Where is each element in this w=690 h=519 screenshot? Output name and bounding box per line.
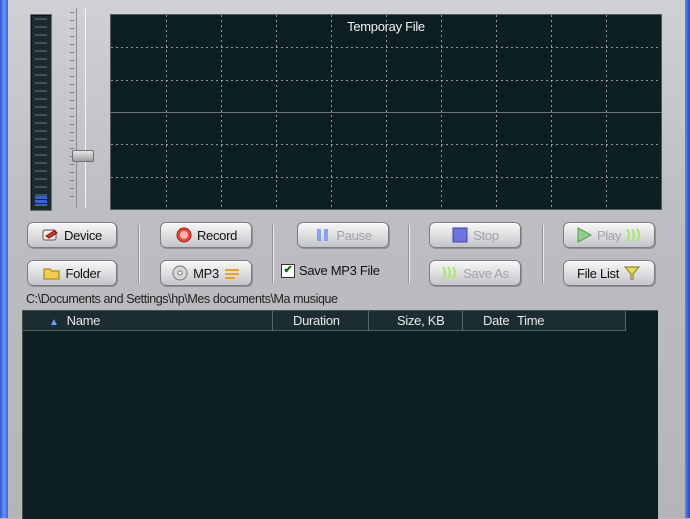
checkbox-check-icon[interactable]: ✔ xyxy=(281,263,295,278)
column-header-duration[interactable]: Duration xyxy=(273,311,369,330)
folder-button[interactable]: Folder xyxy=(27,260,117,286)
file-list-label: File List xyxy=(576,265,620,281)
save-as-button[interactable]: Save As xyxy=(429,260,521,286)
file-list-table[interactable]: ▲ Name Duration Size, KB Date Time xyxy=(22,310,658,519)
table-header: ▲ Name Duration Size, KB Date Time xyxy=(23,311,626,331)
column-header-date[interactable]: Date xyxy=(463,311,517,330)
waves-icon xyxy=(625,227,643,243)
column-header-time[interactable]: Time xyxy=(517,311,626,330)
window-border-right xyxy=(685,0,690,518)
device-label: Device xyxy=(64,227,102,243)
funnel-icon xyxy=(623,265,641,281)
file-list-button[interactable]: File List xyxy=(563,260,655,286)
folder-label: Folder xyxy=(65,265,101,281)
pause-label: Pause xyxy=(336,227,372,243)
device-button[interactable]: Device xyxy=(27,222,117,248)
waveform-display: Temporay File xyxy=(110,14,662,210)
record-button[interactable]: Record xyxy=(160,222,252,248)
level-meter-fill xyxy=(35,196,47,206)
sort-ascending-icon: ▲ xyxy=(49,317,59,328)
cd-icon xyxy=(171,265,189,281)
separator xyxy=(138,225,140,283)
waveform-title: Temporay File xyxy=(347,19,425,34)
mp3-button[interactable]: MP3 xyxy=(160,260,252,286)
stop-label: Stop xyxy=(473,227,499,243)
record-icon xyxy=(175,227,193,243)
save-as-label: Save As xyxy=(463,265,509,281)
stop-button[interactable]: Stop xyxy=(429,222,521,248)
window-border-left xyxy=(0,0,8,518)
separator xyxy=(408,225,410,283)
folder-icon xyxy=(43,265,61,281)
volume-slider-thumb[interactable] xyxy=(72,150,94,162)
volume-slider-scale xyxy=(70,12,74,202)
separator xyxy=(542,225,544,283)
save-mp3-label: Save MP3 File xyxy=(299,263,380,278)
level-meter xyxy=(30,14,52,211)
stop-icon xyxy=(451,227,469,243)
waveform-grid xyxy=(111,15,661,209)
output-folder-path: C:\Documents and Settings\hp\Mes documen… xyxy=(26,292,338,306)
separator xyxy=(272,225,274,283)
play-label: Play xyxy=(596,227,622,243)
pause-icon xyxy=(314,227,332,243)
play-icon xyxy=(575,227,593,243)
device-icon xyxy=(42,227,60,243)
volume-slider-track[interactable] xyxy=(76,8,86,208)
level-meter-scale xyxy=(35,18,47,207)
column-header-size[interactable]: Size, KB xyxy=(369,311,463,330)
play-button[interactable]: Play xyxy=(563,222,655,248)
equalizer-icon xyxy=(223,265,241,281)
record-label: Record xyxy=(196,227,238,243)
waves-icon xyxy=(441,265,459,281)
pause-button[interactable]: Pause xyxy=(297,222,389,248)
save-mp3-checkbox[interactable]: ✔ Save MP3 File xyxy=(281,263,380,278)
mp3-label: MP3 xyxy=(193,265,219,281)
column-header-name[interactable]: ▲ Name xyxy=(23,311,273,330)
